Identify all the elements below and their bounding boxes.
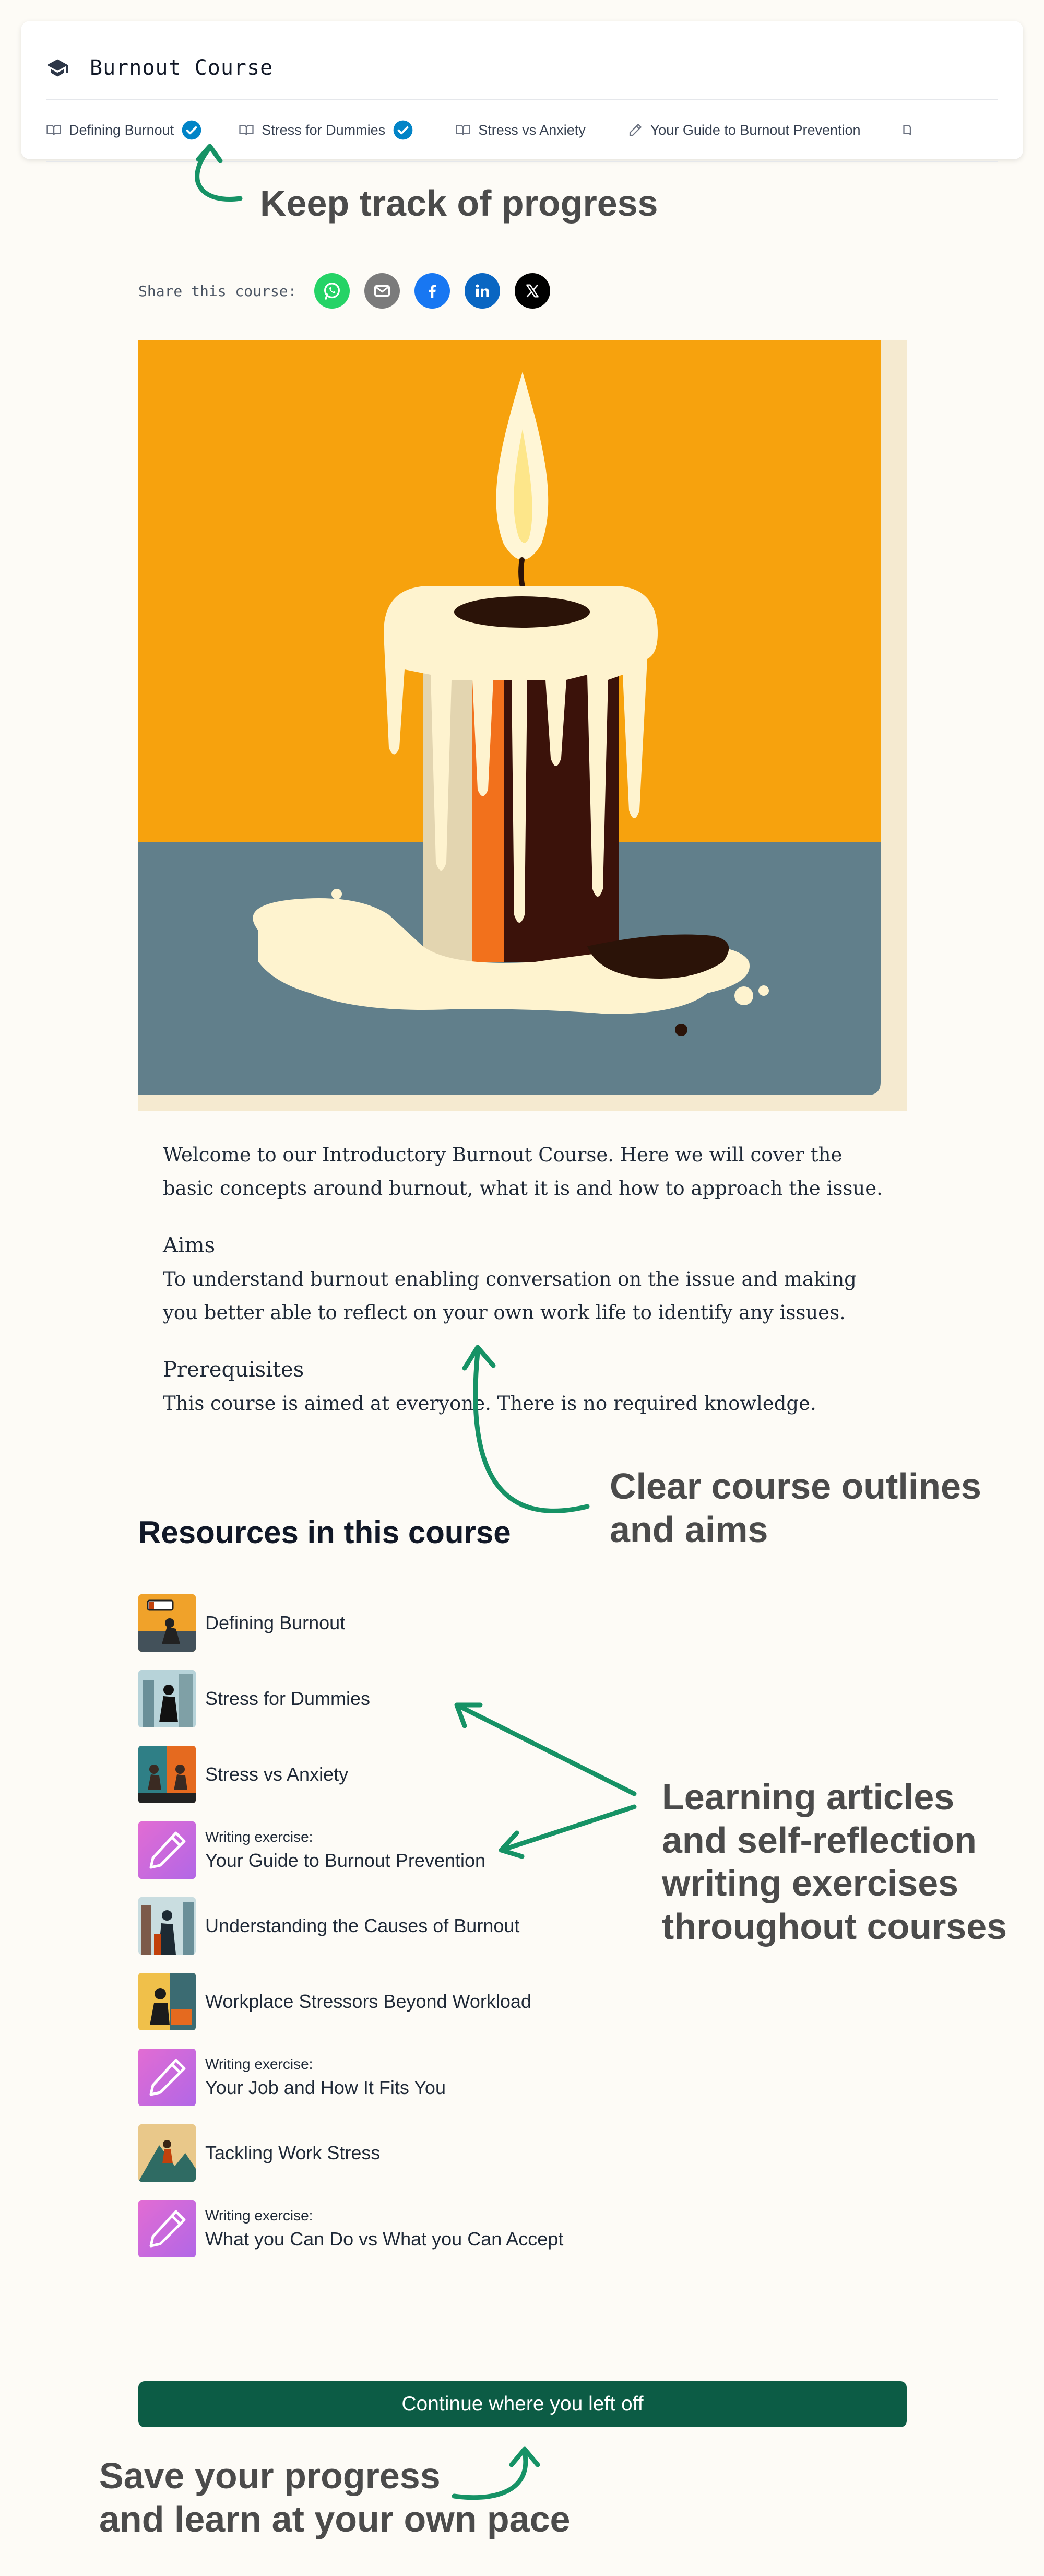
resource-thumbnail <box>138 1972 196 2030</box>
resource-thumbnail <box>138 1897 196 1955</box>
writing-exercise-kicker: Writing exercise: <box>205 2207 313 2224</box>
annotation-learning: Learning articles and self-reflection wr… <box>662 1775 1007 1948</box>
annotation-arrow-outline <box>462 1345 590 1513</box>
resource-thumbnail <box>138 1745 196 1803</box>
share-label: Share this course: <box>138 282 297 300</box>
resource-label: What you Can Do vs What you Can Accept <box>205 2228 564 2250</box>
tab-label: Your Guide to Burnout Prevention <box>650 122 861 138</box>
email-icon[interactable] <box>364 273 400 309</box>
pencil-icon <box>629 123 642 136</box>
annotation-learning-line1: Learning articles <box>662 1777 955 1817</box>
course-header-card: Burnout Course Defining Burnout Stress f… <box>21 21 1023 162</box>
writing-exercise-icon <box>138 2048 196 2106</box>
course-title-row: Burnout Course <box>46 52 273 84</box>
annotation-learning-line4: throughout courses <box>662 1905 1007 1947</box>
graduation-cap-icon <box>46 59 68 77</box>
annotation-learning-line2: and self-reflection <box>662 1819 977 1861</box>
resource-thumbnail <box>138 1669 196 1727</box>
facebook-icon[interactable] <box>414 273 450 309</box>
x-icon[interactable] <box>515 273 551 309</box>
resource-text: Stress for Dummies <box>205 1688 370 1710</box>
resource-text: Stress vs Anxiety <box>205 1763 348 1785</box>
resource-text: Writing exercise: Your Job and How It Fi… <box>205 2056 446 2099</box>
resources-title: Resources in this course <box>138 1515 511 1550</box>
resource-label: Your Guide to Burnout Prevention <box>205 1849 486 1871</box>
resource-item[interactable]: Workplace Stressors Beyond Workload <box>138 1963 563 2039</box>
tab-label: Defining Burnout <box>69 122 174 138</box>
whatsapp-icon[interactable] <box>314 273 350 309</box>
resource-item[interactable]: Tackling Work Stress <box>138 2115 563 2191</box>
hero-candle-illustration <box>138 340 907 1111</box>
resource-text: Defining Burnout <box>205 1612 345 1634</box>
resource-item[interactable]: Understanding the Causes of Burnout <box>138 1888 563 1963</box>
annotation-learning-line3: writing exercises <box>662 1863 959 1904</box>
resource-thumbnail <box>138 1594 196 1652</box>
annotation-outline: Clear course outlines and aims <box>610 1465 981 1551</box>
linkedin-icon[interactable] <box>465 273 501 309</box>
resources-list: Defining Burnout Stress for Dummies Stre… <box>138 1585 563 2266</box>
tab-burnout-prevention[interactable]: Your Guide to Burnout Prevention <box>627 122 861 138</box>
resource-thumbnail <box>138 2124 196 2182</box>
resource-item[interactable]: Writing exercise: Your Job and How It Fi… <box>138 2039 563 2115</box>
header-divider <box>46 99 998 100</box>
resource-label: Understanding the Causes of Burnout <box>205 1914 520 1936</box>
annotation-arrow-progress <box>195 144 243 202</box>
course-title: Burnout Course <box>90 56 274 80</box>
book-icon <box>456 125 470 136</box>
resource-text: Workplace Stressors Beyond Workload <box>205 1991 531 2013</box>
book-icon <box>903 125 911 136</box>
tab-label: Stress for Dummies <box>262 122 386 138</box>
annotation-outline-line1: Clear course outlines <box>610 1466 981 1507</box>
resource-label: Stress for Dummies <box>205 1687 371 1709</box>
resource-text: Writing exercise: Your Guide to Burnout … <box>205 1829 485 1872</box>
annotation-arrow-learning <box>454 1702 637 1859</box>
tab-label: Stress vs Anxiety <box>478 122 586 138</box>
annotation-outline-line2: and aims <box>610 1509 768 1550</box>
writing-exercise-kicker: Writing exercise: <box>205 2055 313 2072</box>
share-row: Share this course: <box>138 273 551 309</box>
resource-text: Writing exercise: What you Can Do vs Wha… <box>205 2207 563 2250</box>
writing-exercise-icon <box>138 2199 196 2257</box>
writing-exercise-icon <box>138 1821 196 1879</box>
continue-button[interactable]: Continue where you left off <box>138 2381 907 2427</box>
tab-stress-vs-anxiety[interactable]: Stress vs Anxiety <box>455 122 586 138</box>
resource-label: Stress vs Anxiety <box>205 1763 349 1785</box>
resource-label: Defining Burnout <box>205 1612 346 1633</box>
aims-heading: Aims <box>163 1233 216 1257</box>
annotation-progress: Keep track of progress <box>260 183 658 224</box>
intro-text: Welcome to our Introductory Burnout Cour… <box>163 1144 883 1199</box>
resource-label: Tackling Work Stress <box>205 2142 381 2163</box>
book-icon <box>46 125 61 136</box>
writing-exercise-kicker: Writing exercise: <box>205 1828 313 1845</box>
tab-next-partial[interactable] <box>903 122 918 138</box>
resource-label: Workplace Stressors Beyond Workload <box>205 1990 531 2012</box>
resource-text: Understanding the Causes of Burnout <box>205 1915 519 1937</box>
annotation-arrow-save <box>452 2446 540 2500</box>
resource-item[interactable]: Defining Burnout <box>138 1585 563 1661</box>
resource-item[interactable]: Writing exercise: What you Can Do vs Wha… <box>138 2191 563 2266</box>
resource-text: Tackling Work Stress <box>205 2142 380 2164</box>
check-circle-icon <box>393 120 413 140</box>
resource-label: Your Job and How It Fits You <box>205 2076 446 2098</box>
